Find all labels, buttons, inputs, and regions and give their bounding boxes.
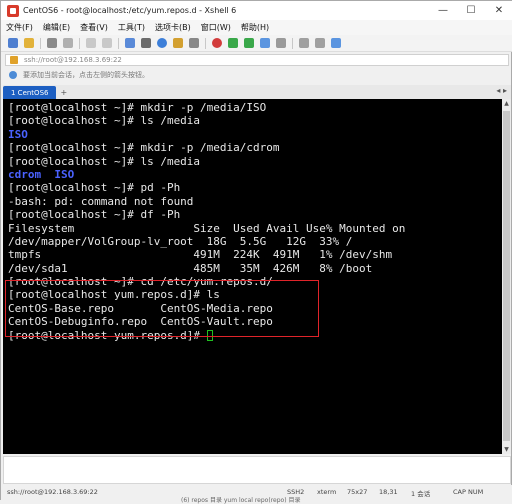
tab-bar: 1 CentOS6 + ◂ ▸ [3,85,511,99]
toolbar-separator [40,37,41,49]
status-terminal-type: xterm [317,488,337,496]
scroll-down-arrow-icon[interactable]: ▼ [502,445,511,454]
status-sessions: 1 会话 [411,490,431,498]
maximize-button[interactable]: ☐ [457,1,485,20]
terminal-line: /dev/sda1 485M 35M 426M 8% /boot [8,261,373,275]
search-icon[interactable] [125,38,135,48]
lock-icon[interactable] [260,38,270,48]
menu-edit[interactable]: 编辑(E) [38,22,75,33]
terminal-line: /dev/mapper/VolGroup-lv_root 18G 5.5G 12… [8,234,353,248]
terminal-line: [root@localhost ~]# mkdir -p /media/cdro… [8,141,280,155]
info-icon [9,70,17,79]
terminal-line: [root@localhost ~]# df -Ph [8,208,181,222]
scroll-thumb[interactable] [503,111,510,441]
terminal-line: CentOS-Base.repo CentOS-Media.repo [8,301,273,315]
menu-file[interactable]: 文件(F) [1,22,38,33]
transfer-icon[interactable] [228,38,238,48]
font-icon[interactable] [189,38,199,48]
keyboard-icon[interactable] [173,38,183,48]
terminal-line: tmpfs 491M 224K 491M 1% /dev/shm [8,248,393,262]
paste-icon[interactable] [102,38,112,48]
toolbar-separator [205,37,206,49]
terminal-line: Filesystem Size Used Avail Use% Mounted … [8,221,406,235]
xftp-icon[interactable] [212,38,222,48]
address-icon [10,56,18,64]
help-icon[interactable] [331,38,341,48]
terminal-scrollbar[interactable]: ▲ ▼ [502,99,511,454]
terminal-line: cdrom ISO [8,167,75,181]
menu-bar: 文件(F) 编辑(E) 查看(V) 工具(T) 选项卡(B) 窗口(W) 帮助(… [1,20,512,35]
menu-window[interactable]: 窗口(W) [196,22,236,33]
toolbar [1,35,512,52]
terminal-line: [root@localhost ~]# ls /media [8,154,201,168]
terminal-line: [root@localhost ~]# mkdir -p /media/ISO [8,101,267,114]
toolbar-separator [292,37,293,49]
terminal-line: [root@localhost ~]# cd /etc/yum.repos.d/ [8,275,273,289]
status-session: ssh://root@192.168.3.69:22 [7,488,98,496]
status-cursor-position: 18,31 [379,488,398,496]
disconnect-icon[interactable] [63,38,73,48]
terminal-line: -bash: pd: command not found [8,194,194,208]
minimize-button[interactable]: — [429,1,457,20]
terminal-output[interactable]: [root@localhost ~]# mkdir -p /media/ISO … [3,99,502,454]
split-icon[interactable] [315,38,325,48]
expand-icon[interactable] [244,38,254,48]
terminal-prompt: [root@localhost yum.repos.d]# [8,328,207,342]
script-icon[interactable] [276,38,286,48]
info-bar: 要添加当前会话，点击左侧的箭头按钮。 [5,68,509,81]
terminal-line: [root@localhost ~]# pd -Ph [8,181,181,195]
scroll-up-arrow-icon[interactable]: ▲ [502,99,511,108]
compose-input-area[interactable] [3,456,511,484]
terminal-line: CentOS-Debuginfo.repo CentOS-Vault.repo [8,315,273,329]
toolbar-separator [79,37,80,49]
terminal-line: [root@localhost ~]# ls /media [8,114,201,128]
address-bar[interactable]: ssh://root@192.168.3.69:22 [5,54,509,66]
new-session-icon[interactable] [8,38,18,48]
tab-centos6[interactable]: 1 CentOS6 [3,86,57,99]
address-text[interactable]: ssh://root@192.168.3.69:22 [24,56,122,64]
terminal-line: [root@localhost yum.repos.d]# ls [8,288,220,302]
layout-icon[interactable] [299,38,309,48]
info-text: 要添加当前会话，点击左侧的箭头按钮。 [23,70,149,79]
add-tab-button[interactable]: + [60,86,67,99]
tab-navigation[interactable]: ◂ ▸ [496,86,507,95]
toolbar-separator [118,37,119,49]
menu-tools[interactable]: 工具(T) [113,22,150,33]
status-caps-num: CAP NUM [453,488,484,496]
window-title: CentOS6 - root@localhost:/etc/yum.repos.… [23,6,237,15]
menu-help[interactable]: 帮助(H) [236,22,274,33]
xshell-app-icon [7,4,19,17]
xshell-window: CentOS6 - root@localhost:/etc/yum.repos.… [0,0,512,504]
terminal-prompt-line: [root@localhost yum.repos.d]# [8,329,502,342]
status-size: 75x27 [347,488,368,496]
title-bar: CentOS6 - root@localhost:/etc/yum.repos.… [1,1,512,20]
terminal-cursor [206,330,213,342]
open-folder-icon[interactable] [24,38,34,48]
close-button[interactable]: ✕ [485,1,512,20]
terminal-line: ISO [8,127,28,141]
window-controls: — ☐ ✕ [429,1,512,20]
copy-icon[interactable] [86,38,96,48]
globe-icon[interactable] [157,38,167,48]
link-icon[interactable] [47,38,57,48]
menu-view[interactable]: 查看(V) [75,22,113,33]
menu-tabs[interactable]: 选项卡(B) [150,22,196,33]
fullscreen-icon[interactable] [141,38,151,48]
